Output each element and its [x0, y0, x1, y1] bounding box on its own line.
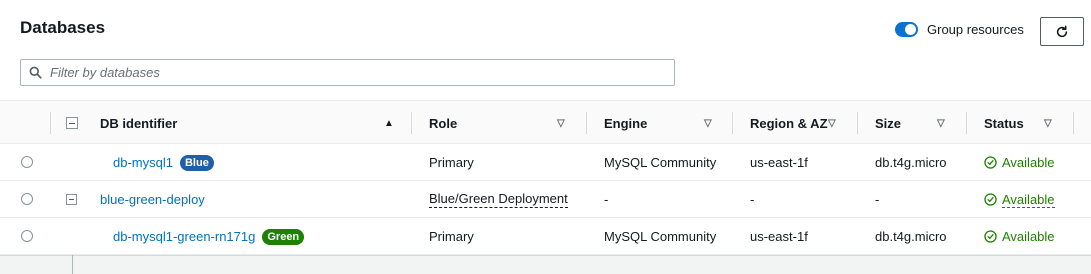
toggle-switch[interactable]	[895, 22, 918, 37]
role-cell: Blue/Green Deployment	[429, 181, 568, 218]
group-resources-label: Group resources	[927, 22, 1024, 37]
check-circle-icon	[984, 193, 997, 206]
blue-badge: Blue	[179, 154, 214, 171]
refresh-icon	[1056, 25, 1068, 37]
region-cell: -	[750, 192, 755, 207]
engine-cell: MySQL Community	[604, 229, 717, 244]
group-resources-toggle[interactable]: Group resources	[895, 22, 1024, 37]
column-divider[interactable]	[857, 112, 858, 134]
row-select-radio[interactable]	[21, 230, 33, 242]
column-divider[interactable]	[732, 112, 733, 134]
db-identifier-link[interactable]: db-mysql1-green-rn171g	[113, 229, 255, 244]
table-header: DB identifier ▲ Role ▽ Engine ▽ Region &…	[0, 100, 1091, 144]
role-cell: Primary	[429, 155, 474, 170]
column-label: Engine	[604, 115, 648, 131]
db-identifier-cell: db-mysql1 Blue	[113, 144, 214, 181]
column-label: Size	[875, 115, 902, 131]
column-divider	[50, 112, 51, 134]
size-cell: db.t4g.micro	[875, 155, 947, 170]
db-identifier-cell: blue-green-deploy	[100, 181, 205, 218]
column-role[interactable]: Role ▽	[429, 101, 585, 145]
column-label: Role	[429, 115, 458, 131]
databases-panel: Databases Group resources DB identifier …	[0, 0, 1091, 274]
check-circle-icon	[984, 156, 997, 169]
search-input[interactable]	[50, 65, 650, 80]
size-cell: db.t4g.micro	[875, 229, 947, 244]
role-text[interactable]: Blue/Green Deployment	[429, 191, 568, 208]
column-divider[interactable]	[966, 112, 967, 134]
caret-down-outline-icon: ▽	[828, 117, 836, 129]
role-cell: Primary	[429, 229, 474, 244]
db-identifier-cell: db-mysql1-green-rn171g Green	[113, 218, 305, 255]
column-divider[interactable]	[586, 112, 587, 134]
column-engine[interactable]: Engine ▽	[604, 101, 732, 145]
status-cell: Available	[984, 218, 1055, 255]
search-icon	[29, 66, 42, 79]
status-text: Available	[1002, 155, 1055, 170]
column-status[interactable]: Status ▽	[984, 101, 1074, 145]
caret-down-outline-icon: ▽	[704, 117, 712, 129]
caret-down-outline-icon: ▽	[937, 117, 945, 129]
status-text: Available	[1002, 191, 1055, 208]
size-cell: -	[875, 192, 880, 207]
row-select-radio[interactable]	[21, 193, 33, 205]
status-text: Available	[1002, 229, 1055, 244]
status-cell: Available	[984, 144, 1055, 181]
db-identifier-link[interactable]: db-mysql1	[113, 155, 173, 170]
region-cell: us-east-1f	[750, 229, 808, 244]
column-region-az[interactable]: Region & AZ ▽	[750, 101, 856, 145]
caret-down-outline-icon: ▽	[557, 117, 565, 129]
column-label: Status	[984, 115, 1024, 131]
refresh-button[interactable]	[1040, 17, 1084, 46]
caret-up-icon: ▲	[384, 117, 394, 129]
column-size[interactable]: Size ▽	[875, 101, 965, 145]
column-divider[interactable]	[1073, 112, 1074, 134]
table-row[interactable]: db-mysql1 Blue Primary MySQL Community u…	[0, 144, 1091, 181]
green-badge: Green	[262, 228, 305, 245]
region-cell: us-east-1f	[750, 155, 808, 170]
filter-search[interactable]	[20, 59, 675, 86]
table-row[interactable]: db-mysql1-green-rn171g Green Primary MyS…	[0, 218, 1091, 255]
engine-cell: MySQL Community	[604, 155, 717, 170]
collapse-all-toggle[interactable]	[66, 117, 78, 129]
table-row[interactable]: blue-green-deploy Blue/Green Deployment …	[0, 181, 1091, 218]
status-cell[interactable]: Available	[984, 181, 1055, 218]
row-select-radio[interactable]	[21, 156, 33, 168]
page-title: Databases	[20, 18, 106, 37]
column-divider[interactable]	[411, 112, 412, 134]
collapse-group-toggle[interactable]	[66, 194, 77, 205]
column-label: Region & AZ	[750, 115, 828, 131]
check-circle-icon	[984, 230, 997, 243]
column-db-identifier[interactable]: DB identifier ▲	[100, 101, 410, 145]
db-identifier-link[interactable]: blue-green-deploy	[100, 192, 205, 207]
engine-cell: -	[604, 192, 609, 207]
column-label: DB identifier	[100, 115, 178, 131]
caret-down-outline-icon: ▽	[1044, 117, 1052, 129]
